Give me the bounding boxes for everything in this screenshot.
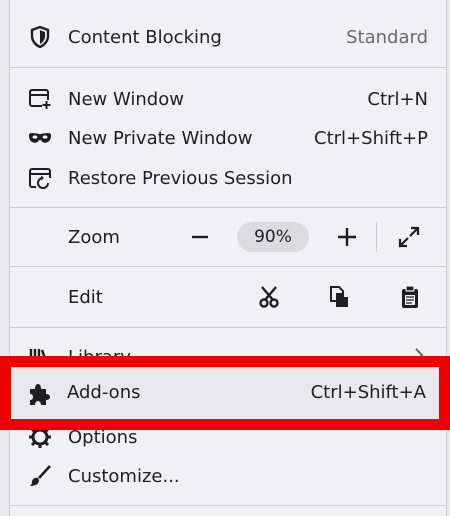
menu-item-addons[interactable]: Add-ons Ctrl+Shift+A (11, 367, 439, 419)
zoom-label: Zoom (68, 226, 120, 248)
restore-session-label: Restore Previous Session (68, 167, 293, 189)
edit-label: Edit (68, 286, 103, 308)
menu-item-zoom: Zoom 90% (10, 218, 446, 256)
content-blocking-label: Content Blocking (68, 26, 222, 48)
paintbrush-icon (28, 464, 52, 488)
new-window-label: New Window (68, 88, 184, 110)
highlight-box: Add-ons Ctrl+Shift+A (0, 356, 450, 430)
minus-icon[interactable] (185, 222, 215, 252)
new-private-window-shortcut: Ctrl+Shift+P (314, 127, 428, 149)
restore-session-icon (28, 166, 52, 190)
divider (10, 505, 446, 506)
zoom-divider (376, 222, 377, 252)
menu-item-edit: Edit (10, 278, 446, 316)
paste-icon[interactable] (395, 282, 425, 312)
app-menu-panel: Content Blocking Standard New Window Ctr… (9, 0, 447, 516)
shield-icon (28, 25, 52, 49)
plus-icon[interactable] (332, 222, 362, 252)
menu-item-new-private-window[interactable]: New Private Window Ctrl+Shift+P (10, 119, 446, 157)
divider (10, 207, 446, 208)
divider (10, 266, 446, 267)
divider (10, 327, 446, 328)
menu-item-customize[interactable]: Customize... (10, 457, 446, 495)
new-window-shortcut: Ctrl+N (367, 88, 428, 110)
private-mask-icon (28, 126, 52, 150)
menu-item-new-window[interactable]: New Window Ctrl+N (10, 80, 446, 118)
menu-item-restore-session[interactable]: Restore Previous Session (10, 159, 446, 197)
customize-label: Customize... (68, 465, 180, 487)
divider (10, 67, 446, 68)
new-private-window-label: New Private Window (68, 127, 253, 149)
new-window-icon (28, 87, 52, 111)
menu-item-content-blocking[interactable]: Content Blocking Standard (10, 18, 446, 56)
copy-icon[interactable] (324, 282, 354, 312)
puzzle-icon (27, 382, 51, 406)
zoom-level-reset[interactable]: 90% (237, 222, 309, 252)
content-blocking-status: Standard (346, 26, 428, 48)
addons-label: Add-ons (67, 382, 141, 403)
addons-shortcut: Ctrl+Shift+A (310, 382, 426, 403)
fullscreen-icon[interactable] (394, 222, 424, 252)
cut-icon[interactable] (254, 282, 284, 312)
